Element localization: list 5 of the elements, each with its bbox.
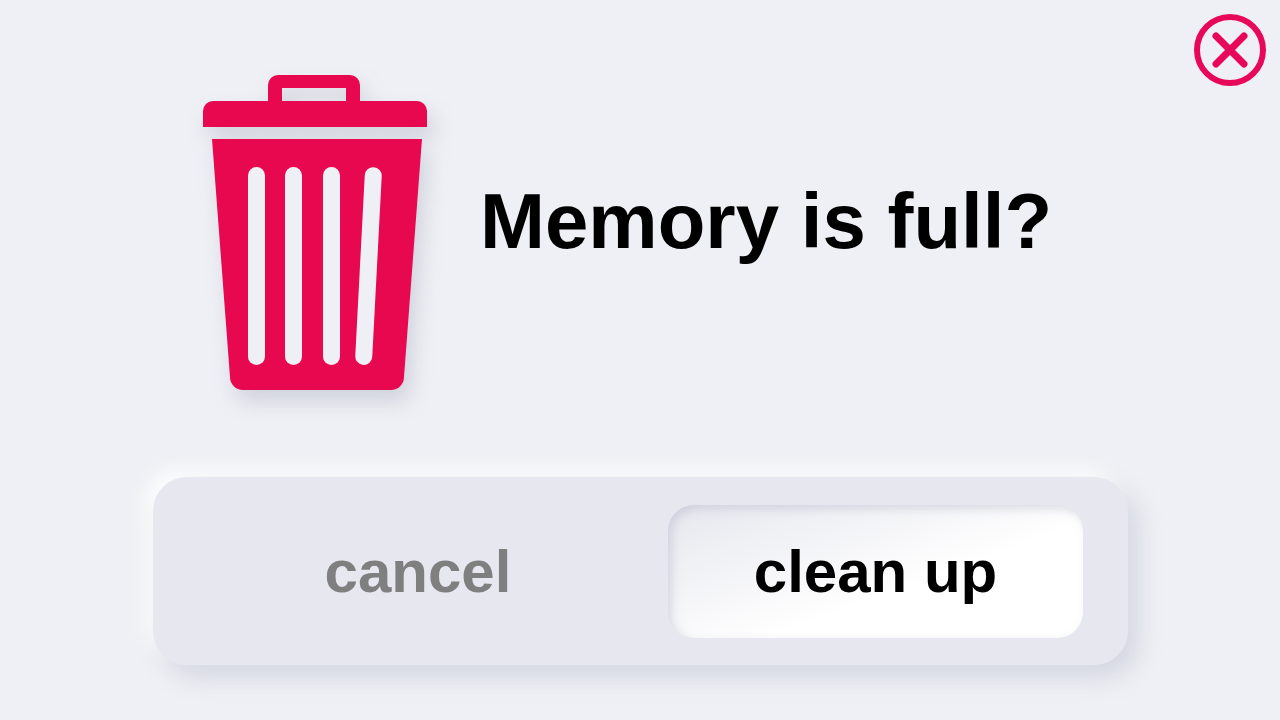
clean-up-button[interactable]: clean up [668,505,1083,638]
trash-icon [203,73,427,390]
close-icon [1192,12,1268,88]
close-button[interactable] [1192,12,1268,88]
dialog-title: Memory is full? [480,176,1053,267]
